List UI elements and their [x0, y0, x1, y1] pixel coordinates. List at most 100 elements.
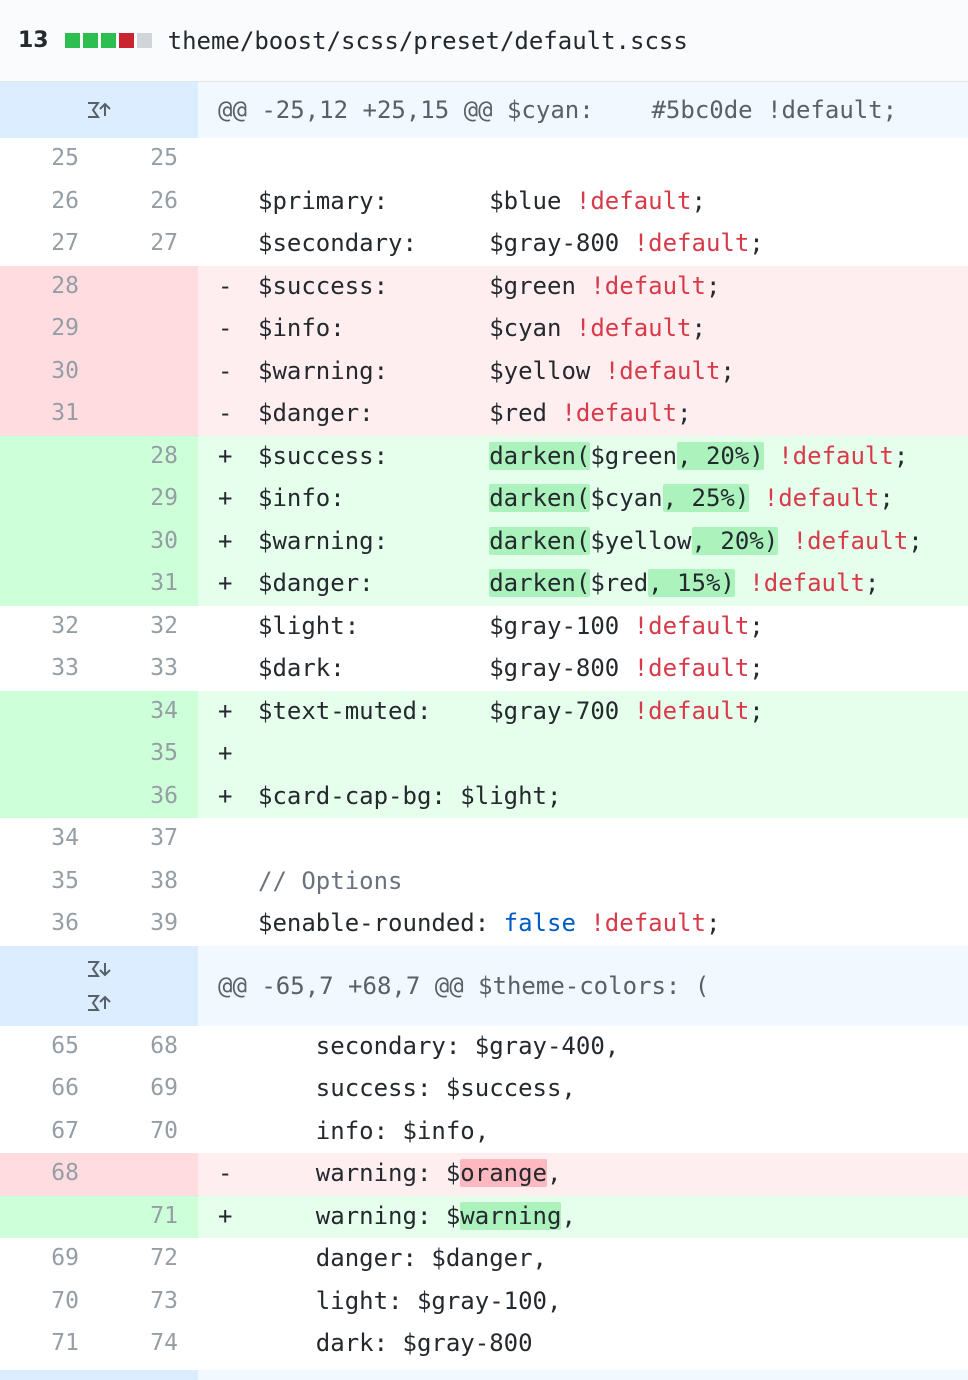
new-line-number — [99, 265, 198, 308]
old-line-number[interactable]: 69 — [0, 1238, 99, 1281]
default-flag: !default — [590, 909, 706, 937]
added-line: 31 + $danger: darken($red, 15%) !default; — [0, 563, 968, 606]
deleted-line: 28 - $success: $green !default; — [0, 265, 968, 308]
variable-value: $green — [489, 271, 576, 300]
diff-line: 35 38 // Options — [0, 860, 968, 903]
new-line-number — [99, 350, 198, 393]
new-line-number[interactable]: 25 — [99, 138, 198, 181]
new-line-number[interactable]: 36 — [99, 775, 198, 818]
boolean-value: false — [503, 909, 576, 937]
code-line: $dark: $gray-800 !default; — [258, 654, 764, 682]
next-hunk-expander[interactable] — [0, 1370, 968, 1380]
added-line: 35 + — [0, 733, 968, 776]
unfold-down-icon[interactable] — [85, 959, 113, 979]
old-line-number — [0, 478, 99, 521]
code-text: secondary: $gray-400, — [258, 1031, 620, 1060]
code-line: - $danger: $red !default; — [198, 393, 968, 436]
new-line-number[interactable]: 37 — [99, 818, 198, 861]
old-line-number[interactable]: 26 — [0, 180, 99, 223]
new-line-number[interactable]: 33 — [99, 648, 198, 691]
default-flag: !default — [575, 186, 692, 215]
variable-value: $red — [590, 569, 649, 597]
new-line-number[interactable]: 35 — [99, 733, 198, 776]
old-line-number — [0, 775, 99, 818]
new-line-number[interactable]: 31 — [99, 563, 198, 606]
diff-table: @@ -25,12 +25,15 @@ $cyan: #5bc0de !defa… — [0, 82, 968, 1366]
variable-value: $green — [590, 441, 678, 470]
hunk-header: @@ -25,12 +25,15 @@ $cyan: #5bc0de !defa… — [0, 82, 968, 138]
old-line-number[interactable]: 33 — [0, 648, 99, 691]
diff-marker: + — [218, 739, 233, 767]
diff-marker: + — [218, 569, 233, 597]
variable-name: $success: — [258, 271, 389, 300]
new-line-number[interactable]: 32 — [99, 605, 198, 648]
new-line-number[interactable]: 38 — [99, 860, 198, 903]
new-line-number[interactable]: 73 — [99, 1280, 198, 1323]
old-line-number[interactable]: 35 — [0, 860, 99, 903]
default-flag: !default — [633, 696, 750, 725]
diff-marker: + — [218, 526, 233, 555]
default-flag: !default — [763, 484, 880, 512]
old-line-number[interactable]: 32 — [0, 605, 99, 648]
old-line-number[interactable]: 66 — [0, 1068, 99, 1111]
old-line-number[interactable]: 28 — [0, 265, 99, 308]
code-text: info: $info, — [258, 1116, 490, 1145]
new-line-number[interactable]: 70 — [99, 1110, 198, 1153]
file-path-link[interactable]: theme/boost/scss/preset/default.scss — [168, 27, 688, 55]
new-line-number[interactable]: 74 — [99, 1323, 198, 1366]
changed-fragment: darken( — [489, 569, 591, 597]
default-flag: !default — [749, 569, 865, 597]
new-line-number[interactable]: 34 — [99, 690, 198, 733]
code-text: dark: $gray-800 — [258, 1329, 533, 1357]
diffstat-block-neutral — [136, 33, 152, 48]
expand-up-button[interactable] — [0, 82, 198, 138]
new-line-number[interactable]: 68 — [99, 1025, 198, 1068]
old-line-number — [0, 563, 99, 606]
diff-marker: + — [218, 484, 233, 512]
old-line-number[interactable]: 27 — [0, 223, 99, 266]
diff-line: 26 26 $primary: $blue !default; — [0, 180, 968, 223]
variable-name: $light: — [258, 611, 360, 640]
old-line-number[interactable]: 67 — [0, 1110, 99, 1153]
old-line-number[interactable]: 30 — [0, 350, 99, 393]
old-line-number[interactable]: 70 — [0, 1280, 99, 1323]
new-line-number[interactable]: 71 — [99, 1195, 198, 1238]
old-line-number[interactable]: 34 — [0, 818, 99, 861]
new-line-number[interactable]: 39 — [99, 903, 198, 946]
old-line-number[interactable]: 36 — [0, 903, 99, 946]
code-text: light: $gray-100, — [258, 1286, 562, 1315]
new-line-number[interactable]: 72 — [99, 1238, 198, 1281]
variable-name: $info: — [258, 484, 345, 512]
old-line-number[interactable]: 29 — [0, 308, 99, 351]
old-line-number — [0, 1195, 99, 1238]
unfold-up-icon[interactable] — [85, 993, 113, 1013]
diff-line: 66 69 success: $success, — [0, 1068, 968, 1111]
new-line-number[interactable]: 28 — [99, 435, 198, 478]
old-line-number[interactable]: 71 — [0, 1323, 99, 1366]
diff-marker: - — [218, 314, 233, 342]
diff-marker: + — [218, 781, 233, 810]
variable-name: $enable-rounded: — [258, 909, 504, 937]
code-line: info: $info, — [198, 1111, 968, 1154]
code-text: warning: $ — [258, 1201, 461, 1230]
variable-value: $cyan — [590, 484, 663, 512]
old-line-number[interactable]: 65 — [0, 1025, 99, 1068]
diff-line: 25 25 — [0, 138, 968, 181]
changed-fragment: darken( — [489, 526, 591, 555]
new-line-number[interactable]: 69 — [99, 1068, 198, 1111]
old-line-number[interactable]: 25 — [0, 138, 99, 181]
old-line-number — [0, 690, 99, 733]
new-line-number[interactable]: 29 — [99, 478, 198, 521]
new-line-number[interactable]: 30 — [99, 520, 198, 563]
variable-value: $red — [489, 399, 547, 427]
diff-line: 36 39 $enable-rounded: false !default; — [0, 903, 968, 946]
diffstat-count: 13 — [18, 28, 49, 53]
code-line: light: $gray-100, — [198, 1281, 968, 1324]
new-line-number[interactable]: 26 — [99, 180, 198, 223]
changed-fragment: , 20%) — [677, 441, 764, 470]
code-line: danger: $danger, — [198, 1238, 968, 1281]
new-line-number[interactable]: 27 — [99, 223, 198, 266]
old-line-number[interactable]: 31 — [0, 393, 99, 436]
old-line-number[interactable]: 68 — [0, 1153, 99, 1196]
